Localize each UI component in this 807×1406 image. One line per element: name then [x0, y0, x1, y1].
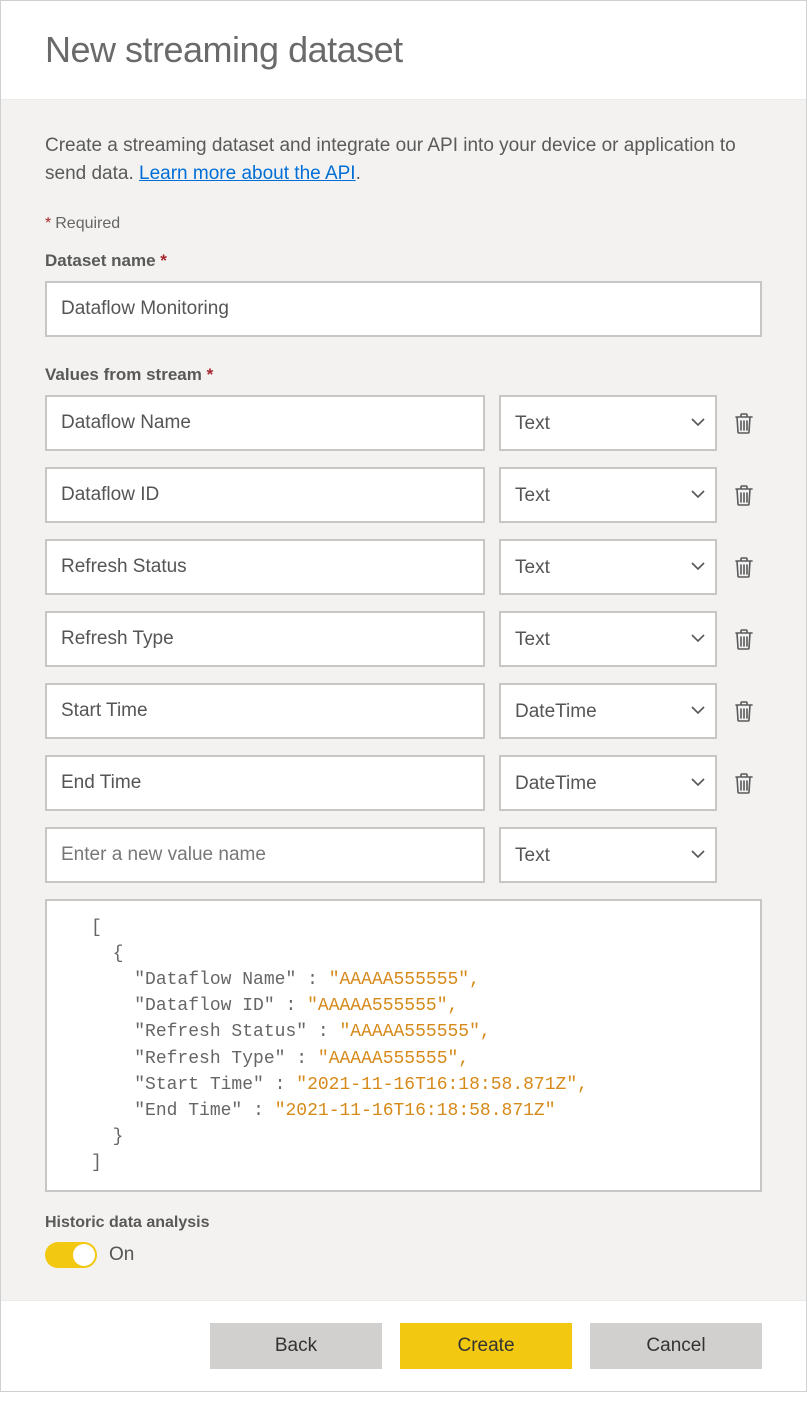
stream-value-row: TextNumberDateTime	[45, 539, 762, 595]
value-type-select[interactable]: TextNumberDateTime	[499, 395, 717, 451]
dataset-name-label-text: Dataset name	[45, 251, 156, 270]
stream-value-row: TextNumberDateTime	[45, 611, 762, 667]
historic-section: Historic data analysis On	[45, 1214, 762, 1268]
asterisk-icon: *	[45, 215, 51, 232]
dataset-name-label: Dataset name *	[45, 251, 762, 271]
delete-row-button[interactable]	[731, 553, 757, 581]
description-post: .	[356, 163, 361, 184]
type-select-wrap: TextNumberDateTime	[499, 683, 717, 739]
type-select-wrap: TextNumberDateTime	[499, 539, 717, 595]
dialog-body: Create a streaming dataset and integrate…	[1, 100, 806, 1300]
stream-value-row: TextNumberDateTime	[45, 683, 762, 739]
type-select-wrap: TextNumberDateTime	[499, 827, 717, 883]
back-button[interactable]: Back	[210, 1323, 382, 1369]
dataset-name-input[interactable]	[45, 281, 762, 337]
trash-icon	[733, 627, 755, 651]
value-type-select[interactable]: TextNumberDateTime	[499, 755, 717, 811]
value-type-select[interactable]: TextNumberDateTime	[499, 683, 717, 739]
dataset-name-section: Dataset name *	[45, 251, 762, 337]
create-button[interactable]: Create	[400, 1323, 572, 1369]
new-value-row: TextNumberDateTime	[45, 827, 762, 883]
value-name-input[interactable]	[45, 467, 485, 523]
value-type-select[interactable]: TextNumberDateTime	[499, 539, 717, 595]
stream-value-row: TextNumberDateTime	[45, 395, 762, 451]
value-name-input[interactable]	[45, 611, 485, 667]
historic-toggle[interactable]	[45, 1242, 97, 1268]
delete-row-button[interactable]	[731, 409, 757, 437]
value-type-select[interactable]: TextNumberDateTime	[499, 467, 717, 523]
description-text: Create a streaming dataset and integrate…	[45, 132, 762, 187]
cancel-button[interactable]: Cancel	[590, 1323, 762, 1369]
stream-values-list: TextNumberDateTime TextNumberDateTime Te…	[45, 395, 762, 883]
type-select-wrap: TextNumberDateTime	[499, 395, 717, 451]
asterisk-icon: *	[207, 365, 214, 384]
values-from-stream-label: Values from stream *	[45, 365, 762, 385]
value-type-select[interactable]: TextNumberDateTime	[499, 611, 717, 667]
value-name-input[interactable]	[45, 539, 485, 595]
value-name-input[interactable]	[45, 395, 485, 451]
trash-icon	[733, 555, 755, 579]
dialog-header: New streaming dataset	[1, 1, 806, 100]
trash-icon	[733, 411, 755, 435]
trash-icon	[733, 771, 755, 795]
stream-value-row: TextNumberDateTime	[45, 755, 762, 811]
learn-more-link[interactable]: Learn more about the API	[139, 163, 356, 184]
toggle-knob-icon	[73, 1244, 95, 1266]
historic-label: Historic data analysis	[45, 1214, 762, 1232]
toggle-row: On	[45, 1242, 762, 1268]
type-select-wrap: TextNumberDateTime	[499, 611, 717, 667]
value-name-input[interactable]	[45, 755, 485, 811]
delete-row-button[interactable]	[731, 697, 757, 725]
values-label-text: Values from stream	[45, 365, 202, 384]
required-note: *Required	[45, 215, 762, 233]
trash-icon	[733, 483, 755, 507]
dialog-title: New streaming dataset	[45, 29, 762, 71]
asterisk-icon: *	[160, 251, 167, 270]
required-label: Required	[55, 215, 120, 232]
type-select-wrap: TextNumberDateTime	[499, 467, 717, 523]
new-value-name-input[interactable]	[45, 827, 485, 883]
value-type-select[interactable]: TextNumberDateTime	[499, 827, 717, 883]
stream-value-row: TextNumberDateTime	[45, 467, 762, 523]
delete-row-button[interactable]	[731, 481, 757, 509]
json-preview: [ { "Dataflow Name" : "AAAAA555555", "Da…	[45, 899, 762, 1192]
dialog-footer: Back Create Cancel	[1, 1300, 806, 1391]
delete-row-button[interactable]	[731, 625, 757, 653]
streaming-dataset-dialog: New streaming dataset Create a streaming…	[0, 0, 807, 1392]
trash-icon	[733, 699, 755, 723]
type-select-wrap: TextNumberDateTime	[499, 755, 717, 811]
toggle-state-text: On	[109, 1244, 134, 1266]
delete-row-button[interactable]	[731, 769, 757, 797]
value-name-input[interactable]	[45, 683, 485, 739]
